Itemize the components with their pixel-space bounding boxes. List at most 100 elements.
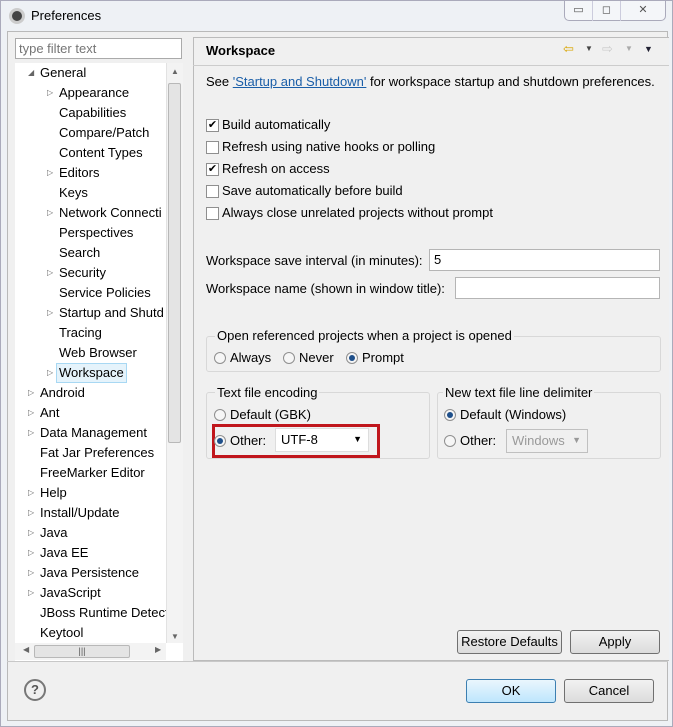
expand-arrow-icon[interactable]: ▷: [28, 423, 34, 443]
tree-item[interactable]: Service Policies: [59, 283, 151, 303]
radio-encoding-default[interactable]: [214, 409, 226, 421]
open-referenced-label: Open referenced projects when a project …: [215, 328, 514, 343]
expand-arrow-icon[interactable]: ▷: [47, 163, 53, 183]
radio-never[interactable]: [283, 352, 295, 364]
tree-item[interactable]: FreeMarker Editor: [40, 463, 145, 483]
expand-arrow-icon[interactable]: ▷: [28, 383, 34, 403]
tree-item[interactable]: Security: [59, 263, 106, 283]
prompt-label[interactable]: Prompt: [362, 350, 404, 365]
filter-input[interactable]: [15, 38, 182, 59]
tree-scroll-thumb[interactable]: [168, 83, 181, 443]
expand-arrow-icon[interactable]: ▷: [47, 363, 53, 383]
tree-item[interactable]: Android: [40, 383, 85, 403]
expand-arrow-icon[interactable]: ▷: [28, 583, 34, 603]
tree-item[interactable]: Content Types: [59, 143, 143, 163]
expand-arrow-icon[interactable]: ▷: [47, 263, 53, 283]
title-bar: Preferences ▭ ◻ ✕: [1, 1, 672, 31]
scroll-left-icon[interactable]: ◀: [23, 645, 29, 654]
tree-item[interactable]: Fat Jar Preferences: [40, 443, 154, 463]
tree-item[interactable]: Perspectives: [59, 223, 133, 243]
checkbox-label[interactable]: Build automatically: [222, 117, 330, 132]
help-icon[interactable]: ?: [24, 679, 46, 701]
tree-item[interactable]: Java: [40, 523, 67, 543]
expand-arrow-icon[interactable]: ▷: [47, 303, 53, 323]
checkbox-label[interactable]: Refresh on access: [222, 161, 330, 176]
scroll-up-icon[interactable]: ▲: [167, 67, 183, 76]
expand-arrow-icon[interactable]: ▷: [47, 203, 53, 223]
expand-arrow-icon[interactable]: ▷: [28, 403, 34, 423]
tree-item[interactable]: JavaScript: [40, 583, 101, 603]
tree-item[interactable]: Appearance: [59, 83, 129, 103]
back-arrow-icon[interactable]: ⇦: [563, 41, 574, 57]
always-label[interactable]: Always: [230, 350, 271, 365]
checkbox-label[interactable]: Refresh using native hooks or polling: [222, 139, 435, 154]
tree-item[interactable]: Compare/Patch: [59, 123, 149, 143]
radio-encoding-other[interactable]: [214, 435, 226, 447]
tree-item[interactable]: Install/Update: [40, 503, 120, 523]
tree-item[interactable]: Data Management: [40, 423, 147, 443]
tree-hscroll-thumb[interactable]: |||: [34, 645, 130, 658]
tree-item[interactable]: Help: [40, 483, 67, 503]
minimize-button[interactable]: ▭: [565, 1, 593, 21]
scroll-down-icon[interactable]: ▼: [167, 632, 183, 641]
preference-tree: ◢ General ▷ Appearance Capabilities Compare/P…: [15, 63, 183, 661]
view-menu-icon[interactable]: ▼: [644, 44, 653, 54]
tree-item[interactable]: Keytool: [40, 623, 83, 643]
radio-delimiter-default[interactable]: [444, 409, 456, 421]
checkbox[interactable]: [206, 141, 219, 154]
tree-item[interactable]: Editors: [59, 163, 99, 183]
expand-arrow-icon[interactable]: ▷: [28, 563, 34, 583]
checkbox-label[interactable]: Always close unrelated projects without …: [222, 205, 493, 220]
delimiter-combo[interactable]: Windows ▼: [506, 429, 588, 453]
tree-item[interactable]: Web Browser: [59, 343, 137, 363]
checkbox[interactable]: ✔: [206, 163, 219, 176]
tree-item[interactable]: Ant: [40, 403, 60, 423]
expand-arrow-icon[interactable]: ▷: [28, 523, 34, 543]
expand-arrow-icon[interactable]: ▷: [28, 483, 34, 503]
radio-always[interactable]: [214, 352, 226, 364]
restore-defaults-button[interactable]: Restore Defaults: [457, 630, 562, 654]
cancel-button[interactable]: Cancel: [564, 679, 654, 703]
back-dropdown-icon[interactable]: ▼: [585, 44, 593, 53]
tree-item[interactable]: Keys: [59, 183, 88, 203]
never-label[interactable]: Never: [299, 350, 334, 365]
tree-item[interactable]: Network Connecti: [59, 203, 162, 223]
checkbox[interactable]: ✔: [206, 119, 219, 132]
tree-item[interactable]: Java EE: [40, 543, 88, 563]
radio-prompt[interactable]: [346, 352, 358, 364]
window-controls: ▭ ◻ ✕: [564, 1, 666, 21]
close-button[interactable]: ✕: [621, 1, 665, 21]
tree-item[interactable]: Search: [59, 243, 100, 263]
checkbox-label[interactable]: Save automatically before build: [222, 183, 403, 198]
collapse-arrow-icon[interactable]: ◢: [28, 63, 34, 83]
expand-arrow-icon[interactable]: ▷: [47, 83, 53, 103]
checkbox[interactable]: [206, 185, 219, 198]
ok-button[interactable]: OK: [466, 679, 556, 703]
tree-item[interactable]: Workspace: [56, 363, 127, 383]
checkbox[interactable]: [206, 207, 219, 220]
forward-arrow-icon[interactable]: ⇨: [602, 41, 613, 57]
tree-item[interactable]: General: [40, 63, 86, 83]
startup-shutdown-link[interactable]: 'Startup and Shutdown': [233, 74, 367, 89]
apply-button[interactable]: Apply: [570, 630, 660, 654]
workspace-name-input[interactable]: [455, 277, 660, 299]
encoding-combo[interactable]: UTF-8 ▼: [275, 428, 369, 452]
window-title: Preferences: [31, 8, 102, 23]
save-interval-input[interactable]: 5: [429, 249, 660, 271]
tree-item[interactable]: Tracing: [59, 323, 102, 343]
tree-item[interactable]: Capabilities: [59, 103, 126, 123]
delimiter-other-label[interactable]: Other:: [460, 433, 496, 448]
maximize-button[interactable]: ◻: [593, 1, 621, 21]
expand-arrow-icon[interactable]: ▷: [28, 503, 34, 523]
delimiter-default-label[interactable]: Default (Windows): [460, 407, 566, 422]
tree-item[interactable]: Java Persistence: [40, 563, 139, 583]
tree-item[interactable]: Startup and Shutd: [59, 303, 164, 323]
forward-dropdown-icon[interactable]: ▼: [625, 44, 633, 53]
scroll-right-icon[interactable]: ▶: [155, 645, 161, 654]
tree-item[interactable]: JBoss Runtime Detect: [40, 603, 169, 623]
encoding-other-label[interactable]: Other:: [230, 433, 266, 448]
encoding-default-label[interactable]: Default (GBK): [230, 407, 311, 422]
expand-arrow-icon[interactable]: ▷: [28, 543, 34, 563]
radio-delimiter-other[interactable]: [444, 435, 456, 447]
delimiter-value: Windows: [512, 433, 565, 448]
